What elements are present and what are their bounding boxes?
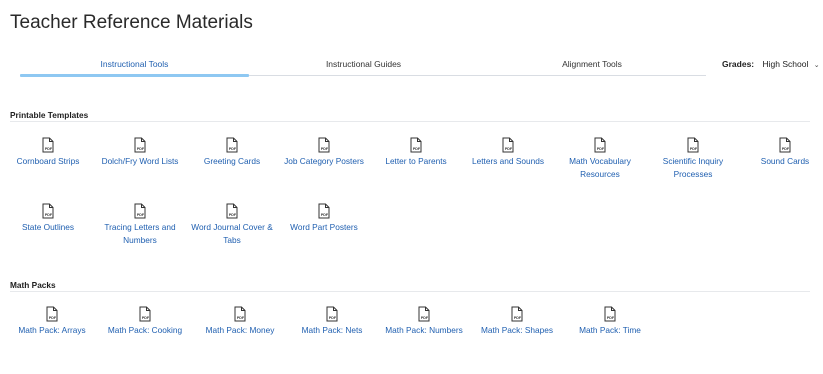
pdf-file-icon: PDF bbox=[134, 137, 146, 153]
resource-link[interactable]: PDF Job Category Posters bbox=[279, 137, 369, 168]
pdf-file-icon: PDF bbox=[511, 306, 523, 322]
resource-label: Math Pack: Time bbox=[579, 325, 641, 335]
svg-text:PDF: PDF bbox=[421, 316, 429, 320]
resource-link[interactable]: PDF State Outlines bbox=[3, 203, 93, 234]
resource-link[interactable]: PDF Word Journal Cover & Tabs bbox=[187, 203, 277, 246]
svg-text:PDF: PDF bbox=[329, 316, 337, 320]
resource-label: Math Pack: Shapes bbox=[481, 325, 553, 335]
svg-text:PDF: PDF bbox=[45, 213, 53, 217]
grades-filter: Grades: High School ⌄ bbox=[722, 59, 820, 69]
svg-text:PDF: PDF bbox=[142, 316, 150, 320]
pdf-file-icon: PDF bbox=[326, 306, 338, 322]
resource-link[interactable]: PDF Tracing Letters and Numbers bbox=[95, 203, 185, 246]
resource-label: State Outlines bbox=[21, 222, 75, 232]
active-tab-indicator bbox=[20, 74, 249, 77]
section-title-math-packs: Math Packs bbox=[10, 280, 56, 290]
resource-link[interactable]: PDF Cornboard Strips bbox=[3, 137, 93, 168]
resource-link[interactable]: PDF Letters and Sounds bbox=[463, 137, 553, 168]
section-divider bbox=[10, 291, 810, 292]
svg-text:PDF: PDF bbox=[413, 147, 421, 151]
resource-link[interactable]: PDF Math Pack: Time bbox=[565, 306, 655, 337]
pdf-file-icon: PDF bbox=[687, 137, 699, 153]
chevron-down-icon: ⌄ bbox=[813, 62, 820, 69]
resource-label: Sound Cards bbox=[760, 156, 810, 166]
resource-link[interactable]: PDF Math Pack: Numbers bbox=[379, 306, 469, 337]
svg-text:PDF: PDF bbox=[690, 147, 698, 151]
svg-text:PDF: PDF bbox=[514, 316, 522, 320]
svg-text:PDF: PDF bbox=[49, 316, 57, 320]
resource-link[interactable]: PDF Letter to Parents bbox=[371, 137, 461, 168]
resource-link[interactable]: PDF Scientific Inquiry Processes bbox=[648, 137, 738, 180]
resource-label: Word Part Posters bbox=[290, 222, 358, 232]
svg-text:PDF: PDF bbox=[137, 147, 145, 151]
resource-link[interactable]: PDF Dolch/Fry Word Lists bbox=[95, 137, 185, 168]
pdf-file-icon: PDF bbox=[42, 203, 54, 219]
svg-text:PDF: PDF bbox=[45, 147, 53, 151]
grades-value: High School bbox=[762, 59, 809, 69]
resource-link[interactable]: PDF Math Vocabulary Resources bbox=[555, 137, 645, 180]
svg-text:PDF: PDF bbox=[607, 316, 615, 320]
resource-link[interactable]: PDF Sound Cards bbox=[740, 137, 823, 168]
resource-label: Math Pack: Nets bbox=[301, 325, 363, 335]
pdf-file-icon: PDF bbox=[502, 137, 514, 153]
resource-label: Math Pack: Arrays bbox=[18, 325, 86, 335]
pdf-file-icon: PDF bbox=[234, 306, 246, 322]
section-divider bbox=[10, 121, 810, 122]
resource-label: Tracing Letters and Numbers bbox=[104, 222, 176, 245]
pdf-file-icon: PDF bbox=[410, 137, 422, 153]
pdf-file-icon: PDF bbox=[42, 137, 54, 153]
resource-label: Math Pack: Money bbox=[205, 325, 275, 335]
grades-select[interactable]: High School ⌄ bbox=[763, 59, 820, 69]
resource-link[interactable]: PDF Math Pack: Money bbox=[195, 306, 285, 337]
svg-text:PDF: PDF bbox=[137, 213, 145, 217]
pdf-file-icon: PDF bbox=[46, 306, 58, 322]
svg-text:PDF: PDF bbox=[321, 147, 329, 151]
pdf-file-icon: PDF bbox=[318, 203, 330, 219]
pdf-file-icon: PDF bbox=[318, 137, 330, 153]
svg-text:PDF: PDF bbox=[237, 316, 245, 320]
pdf-file-icon: PDF bbox=[779, 137, 791, 153]
pdf-file-icon: PDF bbox=[226, 203, 238, 219]
resource-label: Math Pack: Numbers bbox=[385, 325, 463, 335]
svg-text:PDF: PDF bbox=[597, 147, 605, 151]
pdf-file-icon: PDF bbox=[418, 306, 430, 322]
resource-link[interactable]: PDF Greeting Cards bbox=[187, 137, 277, 168]
resource-label: Job Category Posters bbox=[284, 156, 364, 166]
resource-link[interactable]: PDF Word Part Posters bbox=[279, 203, 369, 234]
section-title-printable-templates: Printable Templates bbox=[10, 110, 89, 120]
page-title: Teacher Reference Materials bbox=[10, 12, 253, 33]
grades-label: Grades: bbox=[722, 59, 755, 69]
pdf-file-icon: PDF bbox=[134, 203, 146, 219]
resource-label: Dolch/Fry Word Lists bbox=[101, 156, 179, 166]
pdf-file-icon: PDF bbox=[226, 137, 238, 153]
resource-link[interactable]: PDF Math Pack: Shapes bbox=[472, 306, 562, 337]
resource-link[interactable]: PDF Math Pack: Cooking bbox=[100, 306, 190, 337]
svg-text:PDF: PDF bbox=[782, 147, 790, 151]
resource-label: Word Journal Cover & Tabs bbox=[191, 222, 273, 245]
pdf-file-icon: PDF bbox=[594, 137, 606, 153]
svg-text:PDF: PDF bbox=[505, 147, 513, 151]
resource-label: Cornboard Strips bbox=[16, 156, 80, 166]
resource-label: Scientific Inquiry Processes bbox=[662, 156, 724, 179]
resource-link[interactable]: PDF Math Pack: Arrays bbox=[7, 306, 97, 337]
pdf-file-icon: PDF bbox=[604, 306, 616, 322]
pdf-file-icon: PDF bbox=[139, 306, 151, 322]
resource-label: Greeting Cards bbox=[203, 156, 261, 166]
resource-label: Math Vocabulary Resources bbox=[569, 156, 631, 179]
resource-label: Letters and Sounds bbox=[472, 156, 544, 166]
resource-label: Math Pack: Cooking bbox=[107, 325, 183, 335]
resource-label: Letter to Parents bbox=[385, 156, 447, 166]
svg-text:PDF: PDF bbox=[229, 147, 237, 151]
resource-link[interactable]: PDF Math Pack: Nets bbox=[287, 306, 377, 337]
svg-text:PDF: PDF bbox=[321, 213, 329, 217]
svg-text:PDF: PDF bbox=[229, 213, 237, 217]
